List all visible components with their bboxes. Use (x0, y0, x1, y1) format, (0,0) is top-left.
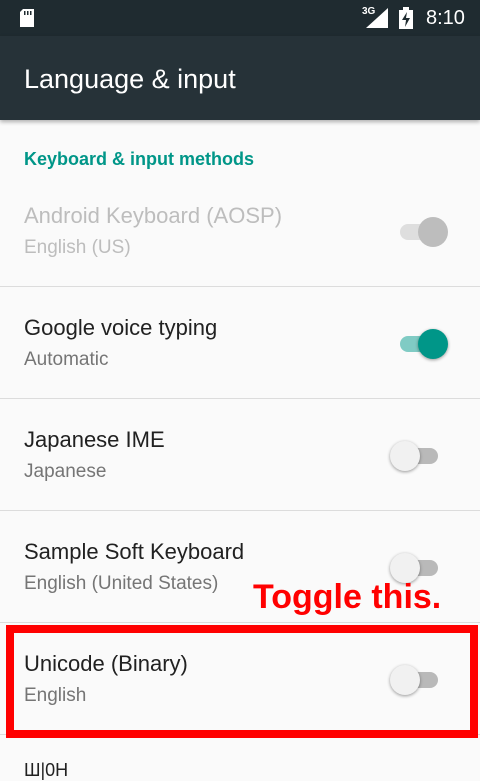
switch-thumb (418, 329, 448, 359)
toggle-switch-android-aosp (398, 215, 452, 249)
annotation-label: Toggle this. (253, 578, 442, 616)
signal-icon (366, 8, 388, 28)
keyboard-subtitle: English (United States) (24, 573, 219, 594)
keyboard-title: Android Keyboard (AOSP) (24, 203, 283, 228)
clock: 8:10 (426, 7, 465, 29)
toggle-switch-japanese-ime[interactable] (390, 439, 452, 473)
status-bar: 3G 8:10 (0, 0, 480, 36)
app-bar: Language & input (0, 36, 480, 120)
battery-charging-icon (399, 7, 413, 29)
switch-thumb (418, 217, 448, 247)
annotation-highlight-box (6, 625, 478, 738)
toggle-switch-google-voice[interactable] (398, 327, 452, 361)
section-header-keyboard-methods: Keyboard & input methods (24, 149, 255, 169)
keyboard-row-google-voice[interactable]: Google voice typing Automatic (0, 287, 480, 399)
switch-thumb (390, 441, 420, 471)
sd-card-icon (20, 9, 34, 27)
keyboard-subtitle: English (US) (24, 237, 131, 258)
keyboard-row-japanese-ime[interactable]: Japanese IME Japanese (0, 399, 480, 511)
keyboard-title: Google voice typing (24, 315, 218, 340)
partial-row-title: Ш|0Н (24, 760, 69, 780)
keyboard-title: Japanese IME (24, 427, 165, 452)
keyboard-subtitle: Japanese (24, 461, 107, 482)
keyboard-row-android-aosp: Android Keyboard (AOSP) English (US) (0, 175, 480, 287)
keyboard-title: Sample Soft Keyboard (24, 539, 245, 564)
page-title: Language & input (24, 64, 236, 94)
keyboard-subtitle: Automatic (24, 349, 109, 370)
